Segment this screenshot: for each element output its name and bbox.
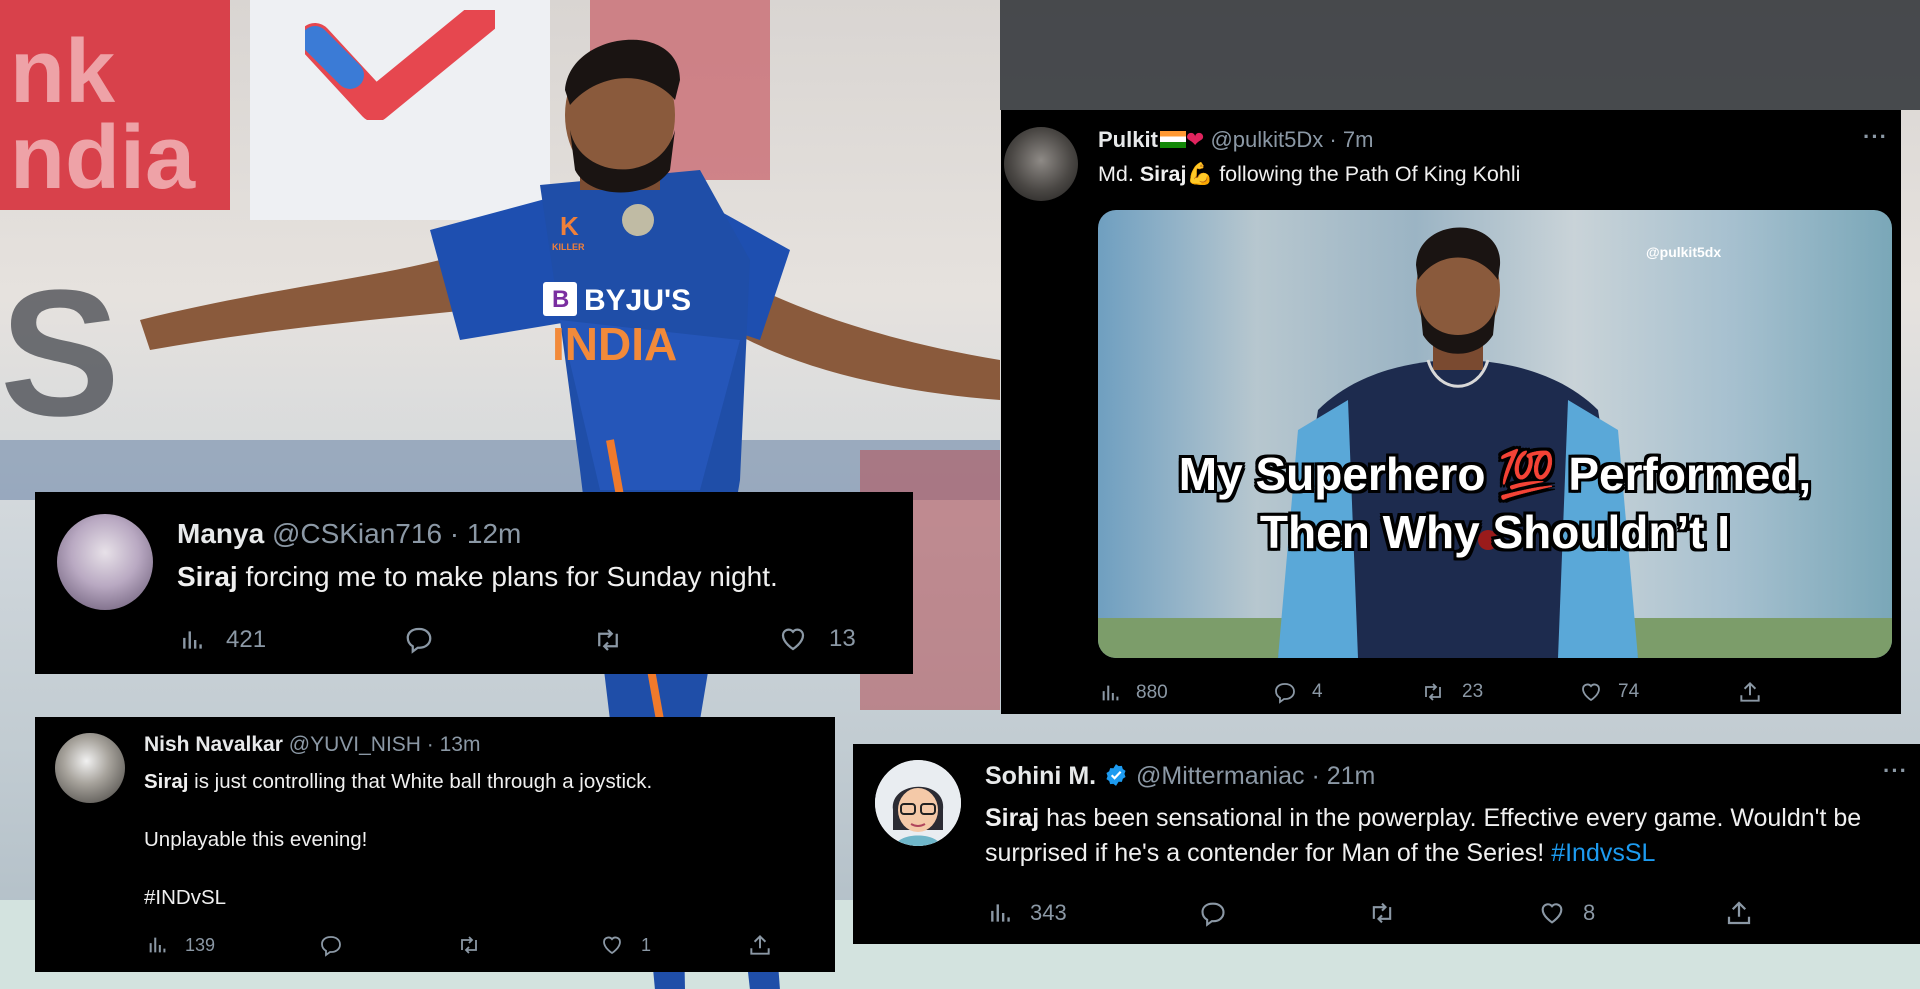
tweet-time[interactable]: 7m [1343, 127, 1374, 152]
meme-caption: My Superhero 💯 Performed, Then Why Shoul… [1178, 448, 1812, 558]
tweet-header: Sohini M. @Mittermaniac · 21m [985, 762, 1376, 790]
retweet-button[interactable] [1365, 899, 1399, 927]
retweet-icon [1372, 902, 1392, 924]
tweet-text: Md. Siraj💪 following the Path Of King Ko… [1098, 162, 1521, 186]
author-handle[interactable]: @Mittermaniac [1136, 762, 1304, 790]
author-name[interactable]: Manya [177, 518, 264, 549]
like-button[interactable]: 13 [777, 624, 856, 654]
avatar[interactable] [875, 760, 961, 846]
tweet-card-pulkit[interactable]: Pulkit ❤ @pulkit5Dx · 7m ··· Md. Siraj💪 f… [1001, 110, 1901, 714]
like-icon [1582, 683, 1600, 702]
tweet-header: Nish Navalkar @YUVI_NISH · 13m [144, 733, 481, 756]
retweet-icon [598, 629, 618, 651]
svg-text:BYJU'S: BYJU'S [584, 284, 691, 317]
svg-text:KILLER: KILLER [552, 242, 585, 252]
svg-text:B: B [552, 286, 569, 313]
views-button[interactable]: 343 [988, 900, 1067, 926]
reply-button[interactable] [1198, 899, 1228, 927]
like-button[interactable]: 1 [599, 933, 651, 957]
share-button[interactable] [1724, 898, 1754, 928]
flexed-biceps-emoji: 💪 [1186, 162, 1214, 186]
like-button[interactable]: 74 [1578, 680, 1639, 704]
retweet-icon [461, 936, 477, 954]
retweet-button[interactable] [454, 933, 484, 957]
tweet-text-line2: Unplayable this evening! [144, 828, 368, 851]
views-button[interactable]: 421 [180, 626, 266, 654]
player-figure-meme [1278, 227, 1638, 658]
tweet-time[interactable]: 21m [1327, 762, 1376, 790]
share-button[interactable] [747, 932, 773, 958]
avatar[interactable] [1004, 127, 1078, 201]
views-icon [149, 937, 166, 953]
svg-text:INDIA: INDIA [552, 318, 677, 370]
tweet-header: Manya @CSKian716 · 12m [177, 518, 522, 549]
more-icon[interactable]: ··· [1883, 758, 1908, 784]
reply-button[interactable] [318, 933, 344, 957]
reply-icon [406, 627, 432, 654]
share-icon [750, 934, 770, 955]
author-handle[interactable]: @pulkit5Dx [1210, 127, 1323, 152]
red-heart-emoji: ❤ [1185, 127, 1205, 152]
image-watermark: @pulkit5dx [1646, 244, 1722, 260]
views-button[interactable]: 880 [1100, 682, 1168, 704]
tweet-card-sohini[interactable]: Sohini M. @Mittermaniac · 21m ··· Siraj … [853, 744, 1920, 944]
retweet-button[interactable] [590, 625, 626, 655]
tweet-text: Siraj forcing me to make plans for Sunda… [177, 561, 778, 592]
share-icon [1727, 901, 1751, 925]
tweet-time[interactable]: 13m [440, 733, 481, 756]
tweet-text: Siraj is just controlling that White bal… [144, 770, 653, 793]
share-button[interactable] [1737, 679, 1763, 705]
views-icon [183, 631, 202, 649]
avatar[interactable] [55, 733, 125, 803]
reply-icon [1201, 902, 1225, 927]
tweet-card-nish[interactable]: Nish Navalkar @YUVI_NISH · 13m Siraj is … [35, 717, 835, 972]
reply-icon [321, 936, 341, 957]
retweet-icon [1425, 683, 1441, 701]
like-icon [781, 628, 805, 651]
like-button[interactable]: 8 [1537, 899, 1595, 927]
reply-icon [1275, 683, 1295, 704]
tweet-text: Siraj has been sensational in the powerp… [985, 804, 1862, 867]
reply-button[interactable] [403, 624, 435, 654]
views-button[interactable]: 139 [147, 934, 215, 956]
views-icon [1102, 685, 1119, 701]
author-handle[interactable]: @CSKian716 [272, 518, 442, 549]
tweet-card-manya[interactable]: Manya @CSKian716 · 12m Siraj forcing me … [35, 492, 913, 674]
tweet-time[interactable]: 12m [467, 518, 521, 549]
like-icon [603, 936, 621, 955]
verified-icon [1106, 764, 1126, 786]
svg-text:K: K [560, 211, 579, 241]
author-name[interactable]: Nish Navalkar [144, 733, 283, 756]
hashtag-link[interactable]: #INDvSL [144, 883, 226, 912]
author-name[interactable]: Pulkit [1098, 127, 1158, 152]
share-icon [1740, 681, 1760, 702]
tweet-media-image[interactable]: @pulkit5dx My Superhero 💯 Performed, The… [1098, 210, 1892, 658]
retweet-button[interactable]: 23 [1418, 680, 1483, 704]
more-icon[interactable]: ··· [1863, 124, 1888, 150]
views-icon [991, 904, 1010, 922]
avatar[interactable] [57, 514, 153, 610]
author-name[interactable]: Sohini M. [985, 762, 1096, 790]
hashtag-link[interactable]: #IndvsSL [1551, 839, 1655, 867]
like-icon [1541, 903, 1563, 924]
india-flag-emoji [1159, 131, 1186, 148]
tweet-header: Pulkit ❤ @pulkit5Dx · 7m [1098, 127, 1374, 152]
cartoon-avatar-image [875, 760, 961, 846]
author-handle[interactable]: @YUVI_NISH [289, 733, 421, 756]
reply-button[interactable]: 4 [1272, 680, 1323, 704]
